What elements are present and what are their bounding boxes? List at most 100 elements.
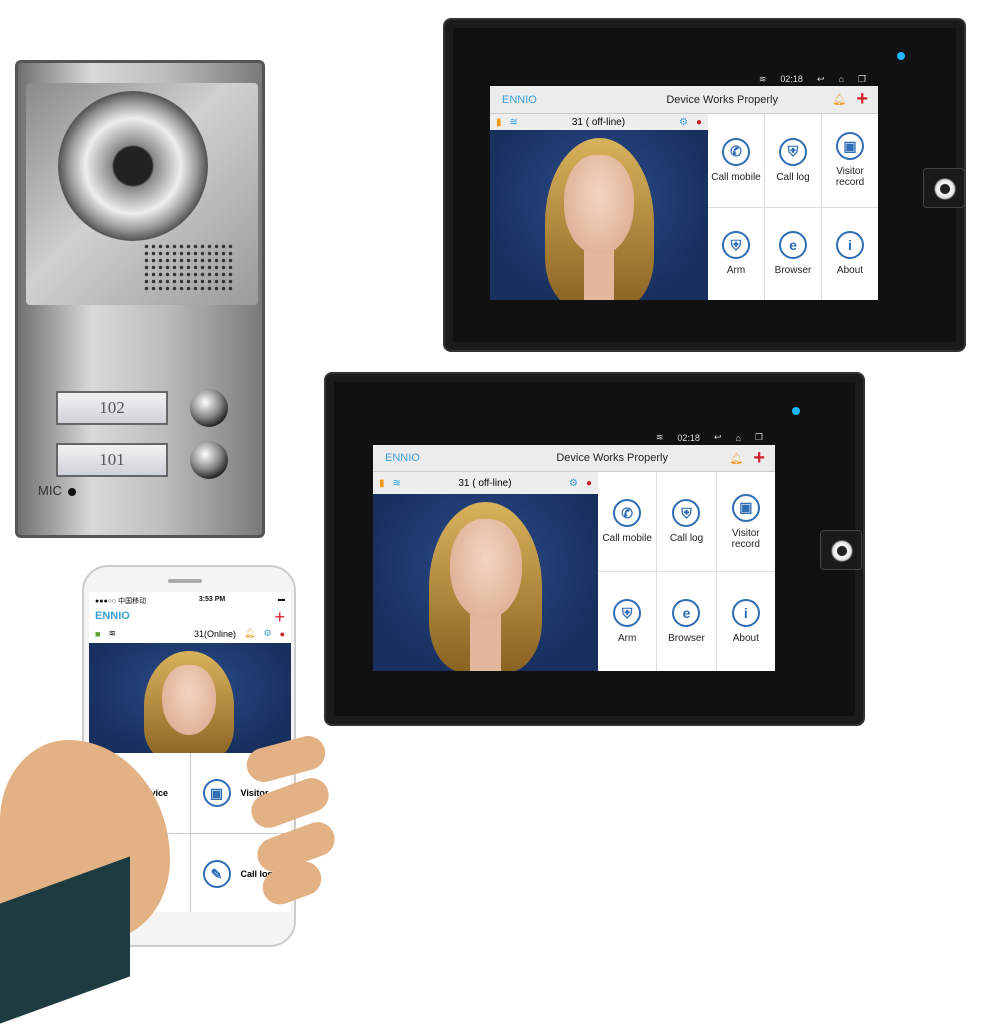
status-bar: ≋ 02:18 ↩ ⌂ ❐ (490, 72, 878, 86)
outdoor-camera-unit: 102 101 MIC (15, 60, 265, 538)
tile-browser[interactable]: e Browser (657, 572, 716, 671)
tile-label: About (836, 265, 864, 277)
wifi-icon: ≋ (509, 116, 518, 128)
video-feed (373, 494, 598, 671)
tile-label: Arm (726, 265, 746, 277)
back-icon[interactable]: ↩ (714, 432, 722, 443)
tile-visitor-record[interactable]: ▣ Visitor record (822, 114, 878, 207)
wifi-icon: ≋ (392, 477, 401, 489)
indoor-monitor-1: ≋ 02:18 ↩ ⌂ ❐ ENNIO Device Works Properly … (443, 18, 966, 352)
tile-label: Call log (669, 533, 704, 544)
delete-icon[interactable]: ● (280, 629, 285, 639)
bell-icon[interactable]: 🔔︎ (244, 628, 255, 639)
brand: ENNIO (95, 610, 130, 622)
status-bar: ≋ 02:18 ↩ ⌂ ❐ (373, 430, 775, 445)
power-led (897, 52, 905, 60)
battery-icon: ▮ (496, 116, 502, 128)
wifi-icon: ≋ (655, 432, 664, 442)
tile-visitor-record[interactable]: ▣ Visitor record (716, 472, 775, 571)
mic-label: MIC (38, 483, 62, 498)
picture-icon: ▣ (202, 779, 231, 807)
tile-arm[interactable]: ⛨ Arm (598, 572, 657, 671)
picture-icon: ▣ (731, 493, 760, 522)
clock: 3:53 PM (198, 596, 226, 603)
battery-icon: ▬ (278, 596, 285, 603)
delete-icon[interactable]: ● (696, 117, 702, 128)
home-icon[interactable]: ⌂ (735, 433, 740, 443)
video-feed (89, 643, 291, 753)
tile-label: Call mobile (602, 533, 652, 544)
carrier: ●●●○○ 中国移动 (95, 598, 147, 605)
browser-icon: e (779, 231, 807, 260)
tile-about[interactable]: i About (716, 572, 775, 671)
delete-icon[interactable]: ● (586, 478, 592, 489)
call-button-102[interactable] (190, 389, 228, 427)
shield-icon: ⛨ (722, 231, 750, 260)
shield-icon: ⛨ (613, 599, 642, 627)
call-log-icon: ✎ (202, 860, 231, 888)
shield-icon: ⛨ (672, 499, 701, 527)
tile-label: Call log (776, 171, 810, 183)
camera-lens (58, 91, 208, 241)
bell-icon[interactable]: 🔔︎ (729, 452, 743, 465)
tile-browser[interactable]: e Browser (765, 207, 821, 300)
settings-icon[interactable]: ⚙ (569, 478, 578, 489)
recent-apps-icon[interactable]: ❐ (755, 432, 763, 443)
status-time: 02:18 (677, 432, 700, 443)
channel-status: 31(Online) (194, 628, 237, 639)
tile-call-mobile[interactable]: ✆ Call mobile (708, 114, 764, 207)
call-button-101[interactable] (190, 441, 228, 479)
tile-call-log[interactable]: ⛨ Call log (657, 472, 716, 571)
tile-label: About (732, 633, 759, 644)
unlock-button[interactable] (923, 168, 965, 208)
brand: ENNIO (385, 452, 420, 464)
channel-status: 31 ( off-line) (571, 116, 626, 128)
tile-about[interactable]: i About (822, 207, 878, 300)
tile-label: Browser (774, 265, 812, 277)
speaker-grille (143, 243, 233, 293)
brand: ENNIO (502, 93, 537, 106)
tile-call-mobile[interactable]: ✆ Call mobile (598, 472, 657, 571)
function-grid: ✆ Call mobile ⛨ Call log ▣ Visitor record ⛨ Arm… (708, 114, 878, 300)
nameplate-101: 101 (56, 443, 168, 477)
tile-label: Browser (668, 633, 705, 644)
phone-icon: ✆ (722, 137, 750, 166)
status-time: 02:18 (780, 74, 803, 84)
browser-icon: e (672, 599, 701, 627)
monitor-screen: ≋ 02:18 ↩ ⌂ ❐ ENNIO Device Works Properly … (490, 72, 878, 300)
tile-label: Arm (617, 633, 637, 644)
device-bar: ▮ ≋ 31 ( off-line) ⚙ ● (373, 472, 598, 494)
shield-icon: ⛨ (779, 137, 807, 166)
add-device-icon[interactable]: + (274, 608, 285, 626)
device-bar: ▮ ≋ 31 ( off-line) ⚙ ● (490, 114, 708, 130)
app-header: ENNIO Device Works Properly 🔔︎ + (373, 445, 775, 472)
nameplate-102: 102 (56, 391, 168, 425)
bell-icon[interactable]: 🔔︎ (832, 93, 846, 106)
function-grid: ✆ Call mobile ⛨ Call log ▣ Visitor record ⛨ Arm… (598, 472, 775, 671)
tile-label: Call mobile (711, 171, 761, 183)
picture-icon: ▣ (836, 132, 864, 161)
video-feed (490, 130, 708, 300)
tile-call-log[interactable]: ⛨ Call log (765, 114, 821, 207)
home-icon[interactable]: ⌂ (838, 74, 843, 84)
mic-hole (68, 488, 76, 496)
tile-label: Visitor record (731, 527, 760, 550)
info-icon: i (731, 599, 760, 627)
settings-icon[interactable]: ⚙ (679, 117, 688, 128)
add-device-icon[interactable]: + (856, 88, 868, 111)
monitor-screen: ≋ 02:18 ↩ ⌂ ❐ ENNIO Device Works Properly … (373, 430, 775, 671)
wifi-icon: ≋ (108, 628, 116, 638)
unlock-button[interactable] (820, 530, 862, 570)
phone-icon: ✆ (613, 499, 642, 527)
battery-icon: ▮ (379, 477, 385, 489)
power-led (792, 407, 800, 415)
add-device-icon[interactable]: + (753, 447, 765, 470)
tile-arm[interactable]: ⛨ Arm (708, 207, 764, 300)
battery-icon: ■ (95, 628, 101, 639)
settings-icon[interactable]: ⚙ (263, 628, 271, 639)
speaker (168, 579, 202, 583)
tile-label: Visitor record (835, 166, 865, 189)
info-icon: i (836, 231, 864, 260)
back-icon[interactable]: ↩ (817, 74, 825, 85)
recent-apps-icon[interactable]: ❐ (858, 74, 866, 85)
